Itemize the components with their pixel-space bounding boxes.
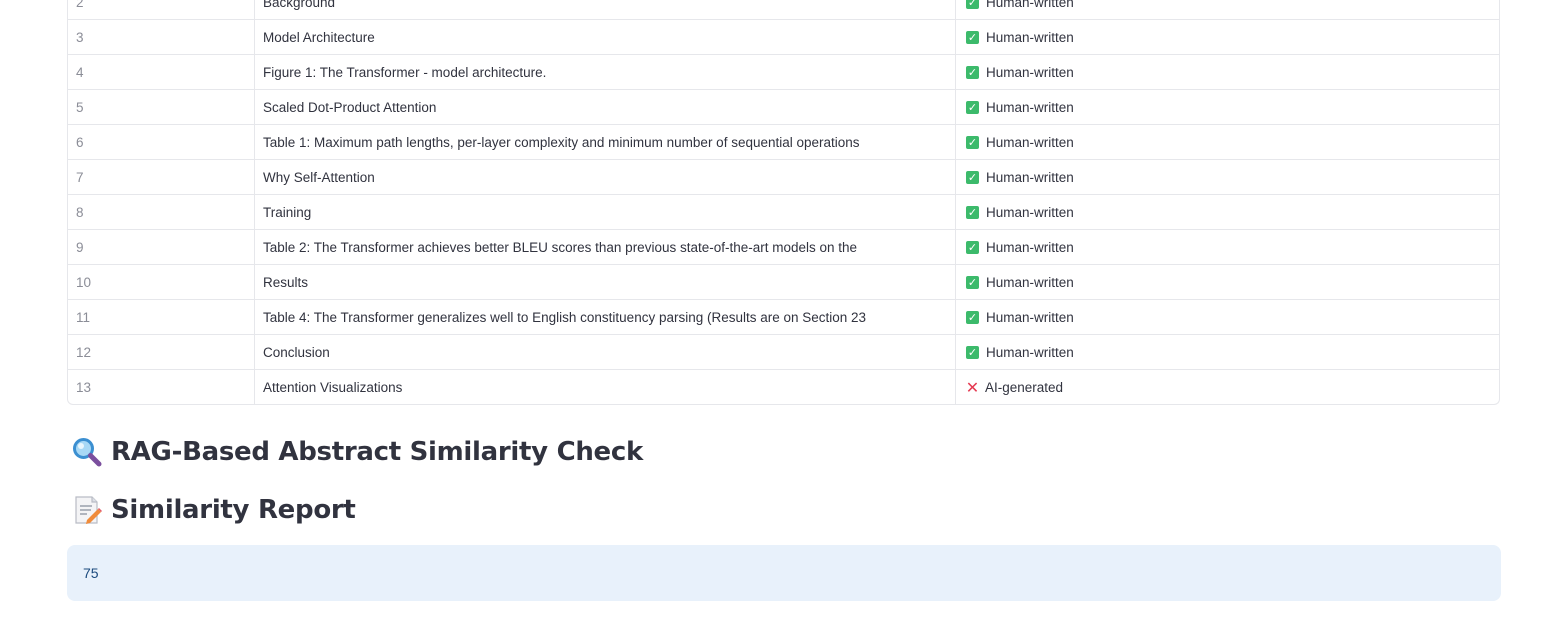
result-label: Human-written — [986, 274, 1074, 290]
row-index-cell: 7 — [68, 160, 255, 194]
table-body: 2 Background ✓ Human-written 3 Model Architec… — [68, 0, 1499, 404]
result-cell: ✓ Human-written — [956, 230, 1499, 264]
result-cell: ✓ Human-written — [956, 335, 1499, 369]
result-cell: ✓ Human-written — [956, 125, 1499, 159]
cross-mark-icon: ✕ — [965, 378, 980, 397]
table-row[interactable]: 8 Training ✓ Human-written — [68, 195, 1499, 230]
result-cell: ✓ Human-written — [956, 300, 1499, 334]
result-label: Human-written — [986, 0, 1074, 10]
section-cell: Table 4: The Transformer generalizes wel… — [255, 300, 956, 334]
check-mark-icon: ✓ — [966, 135, 979, 149]
table-row[interactable]: 2 Background ✓ Human-written — [68, 0, 1499, 20]
result-cell: ✓ Human-written — [956, 55, 1499, 89]
table-row[interactable]: 5 Scaled Dot-Product Attention ✓ Human-writ… — [68, 90, 1499, 125]
section-cell: Background — [255, 0, 956, 19]
check-mark-icon: ✓ — [966, 275, 979, 289]
check-mark-icon: ✓ — [966, 205, 979, 219]
section-cell: Table 2: The Transformer achieves better… — [255, 230, 956, 264]
table-row[interactable]: 9 Table 2: The Transformer achieves bette… — [68, 230, 1499, 265]
row-index-cell: 4 — [68, 55, 255, 89]
row-index-cell: 9 — [68, 230, 255, 264]
check-mark-icon: ✓ — [966, 240, 979, 254]
table-row[interactable]: 4 Figure 1: The Transformer - model archi… — [68, 55, 1499, 90]
result-cell: ✓ Human-written — [956, 90, 1499, 124]
table-row[interactable]: 13 Attention Visualizations ✕ AI-generated — [68, 370, 1499, 404]
magnifying-glass-icon — [71, 436, 103, 468]
similarity-score: 75 — [83, 565, 99, 581]
result-cell: ✓ Human-written — [956, 195, 1499, 229]
result-label: Human-written — [986, 309, 1074, 325]
section-cell: Figure 1: The Transformer - model archit… — [255, 55, 956, 89]
result-cell: ✕ AI-generated — [956, 370, 1499, 404]
section-cell: Training — [255, 195, 956, 229]
result-label: Human-written — [986, 204, 1074, 220]
check-mark-icon: ✓ — [966, 30, 979, 44]
table-row[interactable]: 10 Results ✓ Human-written — [68, 265, 1499, 300]
table-row[interactable]: 3 Model Architecture ✓ Human-written — [68, 20, 1499, 55]
memo-icon — [71, 494, 103, 526]
result-cell: ✓ Human-written — [956, 265, 1499, 299]
result-cell: ✓ Human-written — [956, 160, 1499, 194]
table-row[interactable]: 12 Conclusion ✓ Human-written — [68, 335, 1499, 370]
page: 2 Background ✓ Human-written 3 Model Architec… — [0, 0, 1543, 626]
results-table[interactable]: 2 Background ✓ Human-written 3 Model Architec… — [67, 0, 1500, 405]
section-cell: Why Self-Attention — [255, 160, 956, 194]
section-cell: Results — [255, 265, 956, 299]
row-index-cell: 10 — [68, 265, 255, 299]
result-label: Human-written — [986, 99, 1074, 115]
result-label: Human-written — [986, 64, 1074, 80]
check-mark-icon: ✓ — [966, 0, 979, 9]
row-index-cell: 11 — [68, 300, 255, 334]
section-cell: Attention Visualizations — [255, 370, 956, 404]
section-cell: Scaled Dot-Product Attention — [255, 90, 956, 124]
row-index-cell: 6 — [68, 125, 255, 159]
check-mark-icon: ✓ — [966, 65, 979, 79]
rag-heading-text: RAG-Based Abstract Similarity Check — [111, 437, 643, 467]
report-heading-text: Similarity Report — [111, 495, 356, 525]
row-index-cell: 12 — [68, 335, 255, 369]
table-row[interactable]: 6 Table 1: Maximum path lengths, per-laye… — [68, 125, 1499, 160]
result-cell: ✓ Human-written — [956, 0, 1499, 19]
row-index-cell: 3 — [68, 20, 255, 54]
result-label: AI-generated — [985, 380, 1064, 395]
result-cell: ✓ Human-written — [956, 20, 1499, 54]
check-mark-icon: ✓ — [966, 170, 979, 184]
result-label: Human-written — [986, 29, 1074, 45]
result-label: Human-written — [986, 134, 1074, 150]
check-mark-icon: ✓ — [966, 310, 979, 324]
result-label: Human-written — [986, 169, 1074, 185]
check-mark-icon: ✓ — [966, 345, 979, 359]
row-index-cell: 2 — [68, 0, 255, 19]
row-index-cell: 13 — [68, 370, 255, 404]
similarity-report-heading: Similarity Report — [71, 494, 356, 526]
row-index-cell: 8 — [68, 195, 255, 229]
table-row[interactable]: 7 Why Self-Attention ✓ Human-written — [68, 160, 1499, 195]
result-label: Human-written — [986, 239, 1074, 255]
row-index-cell: 5 — [68, 90, 255, 124]
result-label: Human-written — [986, 344, 1074, 360]
table-row[interactable]: 11 Table 4: The Transformer generalizes w… — [68, 300, 1499, 335]
section-cell: Model Architecture — [255, 20, 956, 54]
section-cell: Table 1: Maximum path lengths, per-layer… — [255, 125, 956, 159]
check-mark-icon: ✓ — [966, 100, 979, 114]
section-cell: Conclusion — [255, 335, 956, 369]
rag-similarity-heading: RAG-Based Abstract Similarity Check — [71, 436, 643, 468]
similarity-report-box: 75 — [67, 545, 1501, 601]
